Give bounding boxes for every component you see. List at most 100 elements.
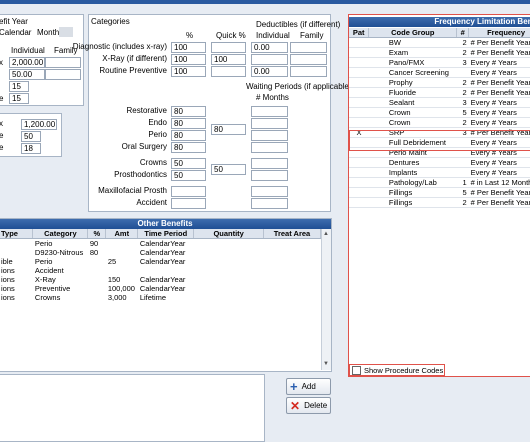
restorative-wait-field[interactable]: [251, 106, 288, 117]
cell-pct: [88, 284, 106, 293]
row-label-4: e: [0, 94, 4, 103]
preventive-pct-field[interactable]: 100: [171, 66, 206, 77]
cell-pct: 90: [89, 239, 99, 248]
table-row[interactable]: D9230-Nitrous 80 CalendarYear: [0, 248, 321, 257]
preventive-ded-fam-field[interactable]: [290, 66, 327, 77]
add-button[interactable]: + Add: [286, 378, 331, 395]
ortho-panel: x 1,200.00 e 50 e 18: [0, 113, 62, 157]
frequency-row[interactable]: Pathology/Lab 1 # in Last 12 Months: [349, 177, 530, 188]
delete-button[interactable]: ✕ Delete: [286, 397, 331, 414]
col-pat[interactable]: Pat: [349, 28, 370, 38]
frequency-row[interactable]: Fillings 5 # Per Benefit Year: [349, 187, 530, 198]
preventive-ded-ind-field[interactable]: 0.00: [251, 66, 288, 77]
frequency-row[interactable]: Pano/FMX 3 Every # Years: [349, 57, 530, 68]
pat-cell: [349, 77, 369, 88]
col-time-period[interactable]: Time Period: [137, 229, 195, 239]
number-cell: 2: [456, 87, 469, 98]
age-limit-field-2[interactable]: 15: [9, 93, 29, 104]
maxillofacial-wait-field[interactable]: [251, 186, 288, 197]
table-row[interactable]: ions Accident: [0, 266, 321, 275]
perio-pct-field[interactable]: 80: [171, 130, 206, 141]
cell-quantity: [194, 257, 264, 266]
oral-surgery-wait-field[interactable]: [251, 142, 288, 153]
quick-endo-group-field[interactable]: 80: [211, 124, 246, 135]
diagnostic-quick-field[interactable]: [211, 42, 246, 53]
col-category[interactable]: Category: [32, 229, 89, 239]
endo-label: Endo: [148, 118, 167, 127]
xray-pct-field[interactable]: 100: [171, 54, 206, 65]
frequency-row[interactable]: Crown 2 Every # Years: [349, 117, 530, 128]
crowns-wait-field[interactable]: [251, 158, 288, 169]
preventive-quick-field[interactable]: [211, 66, 246, 77]
red-x-icon: ✕: [290, 398, 301, 413]
col-pct[interactable]: %: [87, 229, 107, 239]
frequency-row[interactable]: Crown 5 Every # Years: [349, 107, 530, 118]
perio-wait-field[interactable]: [251, 130, 288, 141]
restorative-pct-field[interactable]: 80: [171, 106, 206, 117]
ortho-pct-field[interactable]: 50: [21, 131, 41, 142]
xray-ded-ind-field[interactable]: [251, 54, 288, 65]
frequency-row[interactable]: Fillings 2 # Per Benefit Year: [349, 197, 530, 208]
table-row[interactable]: ible Perio 25 CalendarYear: [0, 257, 321, 266]
scroll-up-arrow-icon[interactable]: ▲: [323, 231, 329, 237]
individual-ded-field[interactable]: 50.00: [9, 69, 45, 80]
table-row[interactable]: ions X-Ray 150 CalendarYear: [0, 275, 321, 284]
endo-wait-field[interactable]: [251, 118, 288, 129]
scroll-down-arrow-icon[interactable]: ▼: [323, 361, 329, 367]
notes-area[interactable]: [0, 374, 265, 442]
table-row[interactable]: ions Crowns 3,000 Lifetime: [0, 293, 321, 302]
months-label: # Months: [256, 93, 289, 102]
col-code-group[interactable]: Code Group: [368, 28, 458, 38]
diagnostic-ded-fam-field[interactable]: [290, 42, 327, 53]
prosthodontics-pct-field[interactable]: 50: [171, 170, 206, 181]
col-quantity[interactable]: Quantity: [193, 229, 265, 239]
age-limit-field-1[interactable]: 15: [9, 81, 29, 92]
number-cell: 2: [456, 37, 469, 48]
quick-crowns-group-field[interactable]: 50: [211, 164, 246, 175]
diagnostic-ded-ind-field[interactable]: 0.00: [251, 42, 288, 53]
accident-wait-field[interactable]: [251, 198, 288, 209]
family-ded-field[interactable]: [45, 69, 81, 80]
frequency-row[interactable]: Prophy 2 # Per Benefit Year: [349, 77, 530, 88]
crowns-pct-field[interactable]: 50: [171, 158, 206, 169]
number-cell: [456, 167, 469, 178]
table-row[interactable]: ions Preventive 100,000 CalendarYear: [0, 284, 321, 293]
cell-pct: 80: [89, 248, 99, 257]
frequency-row[interactable]: Implants Every # Years: [349, 167, 530, 178]
col-number[interactable]: #: [456, 28, 470, 38]
col-frequency[interactable]: Frequency: [468, 28, 530, 38]
frequency-title: Frequency Limitation Benefits: [349, 17, 530, 27]
oral-surgery-pct-field[interactable]: 80: [171, 142, 206, 153]
col-type[interactable]: Type: [0, 229, 34, 239]
pat-cell: [349, 47, 369, 58]
frequency-row[interactable]: Dentures Every # Years: [349, 157, 530, 168]
cell-quantity: [194, 275, 264, 284]
individual-max-field[interactable]: 2,000.00: [9, 57, 45, 68]
cell-treat-area: [264, 293, 321, 302]
table-row[interactable]: Perio 90 CalendarYear: [0, 239, 321, 249]
xray-quick-field[interactable]: 100: [211, 54, 246, 65]
endo-pct-field[interactable]: 80: [171, 118, 206, 129]
col-amt[interactable]: Amt: [105, 229, 139, 239]
family-max-field[interactable]: [45, 57, 81, 68]
show-procedure-codes-checkbox[interactable]: [352, 365, 361, 375]
col-treat-area[interactable]: Treat Area: [263, 229, 321, 239]
frequency-row[interactable]: Sealant 3 Every # Years: [349, 97, 530, 108]
month-field[interactable]: [59, 27, 73, 37]
diagnostic-pct-field[interactable]: 100: [171, 42, 206, 53]
frequency-row[interactable]: Exam 2 # Per Benefit Year: [349, 47, 530, 58]
prosthodontics-wait-field[interactable]: [251, 170, 288, 181]
frequency-cell: Every # Years: [468, 167, 530, 178]
show-procedure-codes[interactable]: Show Procedure Codes: [349, 364, 446, 376]
cell-treat-area: [264, 275, 321, 284]
ortho-age-field[interactable]: 18: [21, 143, 41, 154]
ortho-max-field[interactable]: 1,200.00: [21, 119, 57, 130]
diagnostic-label: Diagnostic (includes x-ray): [72, 42, 167, 51]
frequency-row[interactable]: Fluoride 2 # Per Benefit Year: [349, 87, 530, 98]
other-benefits-scrollbar[interactable]: ▲ ▼: [321, 229, 331, 370]
frequency-row[interactable]: BW 2 # Per Benefit Year: [349, 37, 530, 48]
xray-ded-fam-field[interactable]: [290, 54, 327, 65]
accident-pct-field[interactable]: [171, 198, 206, 209]
maxillofacial-pct-field[interactable]: [171, 186, 206, 197]
frequency-row[interactable]: Cancer Screening Every # Years: [349, 67, 530, 78]
